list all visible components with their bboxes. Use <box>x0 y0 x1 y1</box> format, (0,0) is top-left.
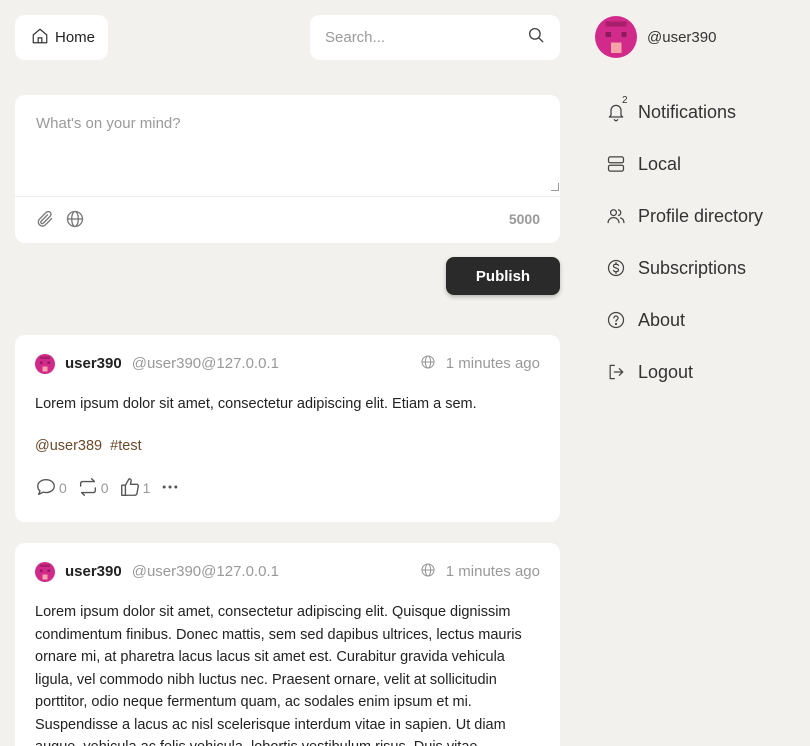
home-icon <box>31 27 49 49</box>
post-content: Lorem ipsum dolor sit amet, consectetur … <box>35 604 522 746</box>
repost-icon <box>77 476 99 501</box>
character-count: 5000 <box>508 211 540 227</box>
globe-icon <box>420 562 436 582</box>
dollar-circle-icon <box>605 257 627 279</box>
search-input[interactable] <box>325 29 505 46</box>
more-icon <box>160 477 180 500</box>
visibility-globe-icon[interactable] <box>65 209 85 234</box>
repost-button[interactable]: 0 <box>77 476 109 501</box>
hashtag-link[interactable]: #test <box>110 438 141 454</box>
mention-link[interactable]: @user389 <box>35 438 102 454</box>
current-user-profile[interactable]: @user390 <box>595 16 716 58</box>
sidebar-nav: 2 Notifications Local Profile directory <box>605 86 763 398</box>
resize-handle[interactable] <box>551 183 559 191</box>
thumbs-up-icon <box>119 476 141 501</box>
home-button[interactable]: Home <box>15 15 108 60</box>
like-button[interactable]: 1 <box>119 476 151 501</box>
comment-icon <box>35 476 57 501</box>
like-count: 1 <box>142 480 151 496</box>
post-card: user390 @user390@127.0.0.1 1 minutes ago… <box>15 543 560 746</box>
nav-label: Notifications <box>638 101 737 122</box>
post-author[interactable]: user390 <box>65 355 122 372</box>
nav-item-subscriptions[interactable]: Subscriptions <box>605 242 763 294</box>
post-timestamp[interactable]: 1 minutes ago <box>446 563 540 580</box>
server-icon <box>605 153 627 175</box>
nav-label: Subscriptions <box>638 257 747 278</box>
post-textarea[interactable] <box>15 95 560 195</box>
avatar[interactable] <box>35 353 55 374</box>
post-content: Lorem ipsum dolor sit amet, consectetur … <box>35 396 477 412</box>
avatar[interactable] <box>35 561 55 582</box>
help-circle-icon <box>605 309 627 331</box>
nav-label: About <box>638 309 686 330</box>
post-card: user390 @user390@127.0.0.1 1 minutes ago… <box>15 335 560 522</box>
users-icon <box>605 205 627 227</box>
post-handle[interactable]: @user390@127.0.0.1 <box>132 563 279 580</box>
nav-item-logout[interactable]: Logout <box>605 346 763 398</box>
post-timestamp[interactable]: 1 minutes ago <box>446 355 540 372</box>
composer-divider <box>15 196 560 197</box>
nav-item-profile-directory[interactable]: Profile directory <box>605 190 763 242</box>
post-author[interactable]: user390 <box>65 563 122 580</box>
globe-icon <box>420 354 436 374</box>
search-icon[interactable] <box>527 26 545 49</box>
reply-count: 0 <box>59 480 67 496</box>
nav-item-about[interactable]: About <box>605 294 763 346</box>
nav-item-notifications[interactable]: 2 Notifications <box>605 86 763 138</box>
profile-handle: @user390 <box>647 28 717 46</box>
repost-count: 0 <box>100 480 109 496</box>
nav-item-local[interactable]: Local <box>605 138 763 190</box>
post-handle[interactable]: @user390@127.0.0.1 <box>132 355 279 372</box>
logout-icon <box>605 361 627 383</box>
search-box <box>310 15 560 60</box>
publish-button[interactable]: Publish <box>446 257 560 295</box>
nav-label: Logout <box>638 361 694 382</box>
nav-label: Local <box>638 153 682 174</box>
bell-icon: 2 <box>605 95 628 123</box>
attachment-icon[interactable] <box>35 209 55 234</box>
more-options-button[interactable] <box>160 477 180 500</box>
post-composer: 5000 <box>15 95 560 243</box>
reply-button[interactable]: 0 <box>35 476 67 501</box>
home-label: Home <box>55 29 96 46</box>
nav-label: Profile directory <box>638 205 764 226</box>
notifications-badge: 2 <box>622 95 628 106</box>
avatar <box>595 16 637 58</box>
